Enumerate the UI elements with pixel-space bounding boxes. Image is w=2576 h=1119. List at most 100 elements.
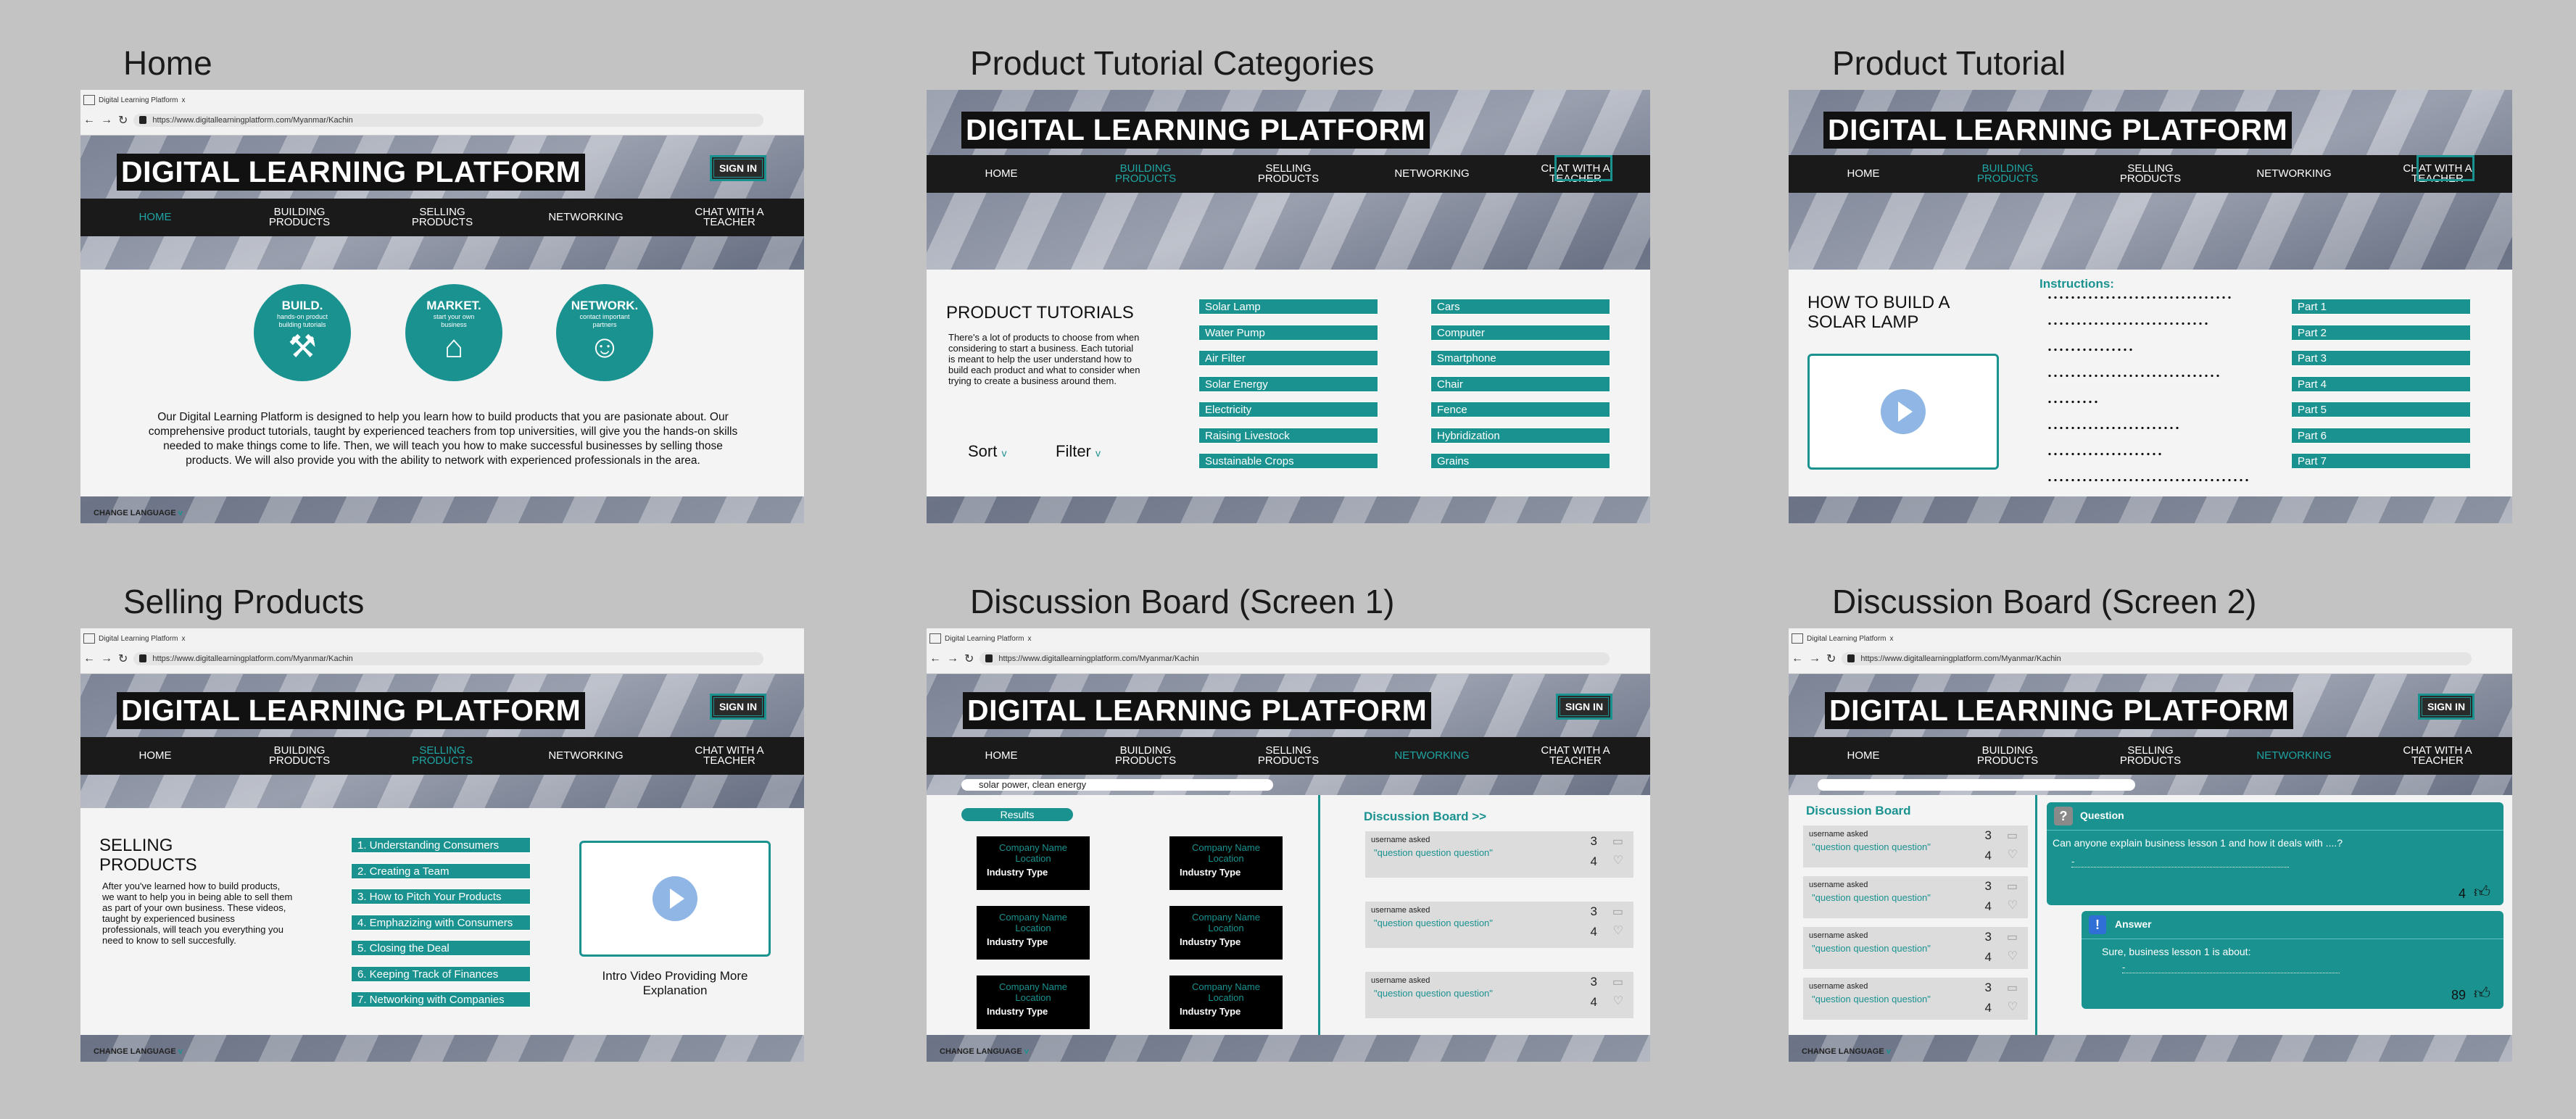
category-item[interactable]: Air Filter bbox=[1198, 350, 1378, 366]
comment-icon[interactable]: ▭ bbox=[2007, 981, 2018, 995]
build-circle[interactable]: BUILD. hands-on product building tutoria… bbox=[254, 284, 351, 381]
discussion-board-link[interactable]: Discussion Board >> bbox=[1364, 810, 1486, 824]
thumbs-up-icon[interactable]: 👍︎ bbox=[2474, 882, 2490, 902]
comment-icon[interactable]: ▭ bbox=[1612, 975, 1623, 989]
nav-building[interactable]: BUILDING PRODUCTS bbox=[1960, 737, 2055, 775]
category-item[interactable]: Cars bbox=[1430, 299, 1610, 315]
tab-close-icon[interactable]: x bbox=[1890, 635, 1894, 643]
change-language[interactable]: CHANGE LANGUAGE v bbox=[94, 509, 183, 517]
browser-tab[interactable]: Digital Learning Platform x bbox=[929, 631, 1032, 646]
lesson-item[interactable]: 5. Closing the Deal bbox=[351, 940, 531, 956]
change-language[interactable]: CHANGE LANGUAGE v bbox=[94, 1047, 183, 1056]
nav-home[interactable]: HOME bbox=[954, 155, 1048, 193]
lesson-item[interactable]: 6. Keeping Track of Finances bbox=[351, 965, 531, 982]
nav-networking[interactable]: NETWORKING bbox=[1385, 155, 1479, 193]
category-item[interactable]: Computer bbox=[1430, 324, 1610, 341]
company-card[interactable]: Company Name Location Industry Type bbox=[977, 906, 1090, 960]
search-input[interactable] bbox=[1818, 779, 2135, 791]
address-bar[interactable]: https://www.digitallearningplatform.com/… bbox=[980, 652, 1610, 665]
nav-building[interactable]: BUILDING PRODUCTS bbox=[1960, 155, 2055, 193]
sign-in-outline[interactable] bbox=[2416, 155, 2474, 181]
back-icon[interactable]: ← bbox=[83, 652, 95, 665]
sort-button[interactable]: Sort v bbox=[968, 442, 1006, 461]
nav-home[interactable]: HOME bbox=[108, 737, 202, 775]
post-item[interactable]: username asked "question question questio… bbox=[1803, 978, 2028, 1020]
lesson-item[interactable]: 1. Understanding Consumers bbox=[351, 837, 531, 853]
nav-selling[interactable]: SELLING PRODUCTS bbox=[2103, 737, 2198, 775]
lesson-item[interactable]: 2. Creating a Team bbox=[351, 862, 531, 879]
address-bar[interactable]: https://www.digitallearningplatform.com/… bbox=[133, 114, 763, 127]
nav-home[interactable]: HOME bbox=[108, 199, 202, 236]
tab-close-icon[interactable]: x bbox=[1028, 635, 1032, 643]
thumbs-up-icon[interactable]: 👍︎ bbox=[2474, 983, 2490, 1003]
lesson-item[interactable]: 7. Networking with Companies bbox=[351, 991, 531, 1007]
sign-in-button[interactable]: SIGN IN bbox=[2418, 694, 2474, 720]
part-button[interactable]: Part 6 bbox=[2291, 427, 2471, 444]
nav-networking[interactable]: NETWORKING bbox=[1385, 737, 1479, 775]
nav-building[interactable]: BUILDING PRODUCTS bbox=[252, 737, 347, 775]
browser-tab[interactable]: Digital Learning Platform x bbox=[83, 93, 186, 107]
back-icon[interactable]: ← bbox=[929, 652, 941, 665]
thumbs-up-icon[interactable]: ♡ bbox=[2008, 847, 2018, 862]
post-item[interactable]: username asked "question question questio… bbox=[1803, 876, 2028, 918]
nav-selling[interactable]: SELLING PRODUCTS bbox=[1241, 155, 1335, 193]
comment-icon[interactable]: ▭ bbox=[2007, 879, 2018, 894]
category-item[interactable]: Raising Livestock bbox=[1198, 427, 1378, 444]
nav-home[interactable]: HOME bbox=[1816, 737, 1910, 775]
nav-networking[interactable]: NETWORKING bbox=[539, 737, 633, 775]
part-button[interactable]: Part 3 bbox=[2291, 350, 2471, 366]
address-bar[interactable]: https://www.digitallearningplatform.com/… bbox=[1842, 652, 2472, 665]
browser-tab[interactable]: Digital Learning Platform x bbox=[1792, 631, 1894, 646]
company-card[interactable]: Company Name Location Industry Type bbox=[1169, 906, 1283, 960]
play-icon[interactable] bbox=[653, 876, 697, 921]
part-button[interactable]: Part 1 bbox=[2291, 299, 2471, 315]
nav-home[interactable]: HOME bbox=[954, 737, 1048, 775]
forward-icon[interactable]: → bbox=[101, 652, 112, 665]
reload-icon[interactable]: ↻ bbox=[118, 652, 128, 666]
post-item[interactable]: username asked "question question questio… bbox=[1803, 927, 2028, 969]
company-card[interactable]: Company Name Location Industry Type bbox=[977, 976, 1090, 1029]
nav-building[interactable]: BUILDING PRODUCTS bbox=[1098, 155, 1193, 193]
category-item[interactable]: Sustainable Crops bbox=[1198, 453, 1378, 469]
nav-chat[interactable]: CHAT WITH A TEACHER bbox=[2390, 737, 2485, 775]
company-card[interactable]: Company Name Location Industry Type bbox=[1169, 836, 1283, 890]
tab-close-icon[interactable]: x bbox=[182, 635, 186, 643]
thumbs-up-icon[interactable]: ♡ bbox=[2008, 999, 2018, 1014]
change-language[interactable]: CHANGE LANGUAGE v bbox=[940, 1047, 1029, 1056]
intro-video[interactable] bbox=[579, 841, 771, 957]
sign-in-outline[interactable] bbox=[1554, 155, 1612, 181]
category-item[interactable]: Grains bbox=[1430, 453, 1610, 469]
back-icon[interactable]: ← bbox=[1792, 652, 1803, 665]
nav-selling[interactable]: SELLING PRODUCTS bbox=[2103, 155, 2198, 193]
tab-close-icon[interactable]: x bbox=[182, 96, 186, 104]
nav-selling[interactable]: SELLING PRODUCTS bbox=[395, 199, 489, 236]
filter-button[interactable]: Filter v bbox=[1056, 442, 1101, 461]
nav-chat[interactable]: CHAT WITH A TEACHER bbox=[682, 199, 776, 236]
lesson-item[interactable]: 4. Emphazizing with Consumers bbox=[351, 914, 531, 931]
category-item[interactable]: Hybridization bbox=[1430, 427, 1610, 444]
post-item[interactable]: username asked "question question questio… bbox=[1803, 825, 2028, 868]
post-item[interactable]: username asked "question question questio… bbox=[1365, 831, 1633, 878]
part-button[interactable]: Part 4 bbox=[2291, 375, 2471, 392]
thumbs-up-icon[interactable]: ♡ bbox=[2008, 898, 2018, 912]
post-item[interactable]: username asked "question question questio… bbox=[1365, 972, 1633, 1018]
network-circle[interactable]: NETWORK. contact important partners ☺ bbox=[556, 284, 653, 381]
back-icon[interactable]: ← bbox=[83, 114, 95, 127]
company-card[interactable]: Company Name Location Industry Type bbox=[1169, 976, 1283, 1029]
forward-icon[interactable]: → bbox=[101, 114, 112, 127]
category-item[interactable]: Solar Energy bbox=[1198, 375, 1378, 392]
part-button[interactable]: Part 2 bbox=[2291, 324, 2471, 341]
thumbs-up-icon[interactable]: ♡ bbox=[2008, 949, 2018, 963]
category-item[interactable]: Chair bbox=[1430, 375, 1610, 392]
thumbs-up-icon[interactable]: ♡ bbox=[1613, 923, 1623, 938]
browser-tab[interactable]: Digital Learning Platform x bbox=[83, 631, 186, 646]
part-button[interactable]: Part 5 bbox=[2291, 402, 2471, 417]
nav-networking[interactable]: NETWORKING bbox=[2247, 737, 2341, 775]
lesson-item[interactable]: 3. How to Pitch Your Products bbox=[351, 889, 531, 904]
change-language[interactable]: CHANGE LANGUAGE v bbox=[1802, 1047, 1891, 1056]
sign-in-button[interactable]: SIGN IN bbox=[710, 694, 766, 720]
comment-icon[interactable]: ▭ bbox=[2007, 828, 2018, 843]
nav-networking[interactable]: NETWORKING bbox=[2247, 155, 2341, 193]
nav-chat[interactable]: CHAT WITH A TEACHER bbox=[1528, 737, 1623, 775]
comment-icon[interactable]: ▭ bbox=[1612, 834, 1623, 849]
